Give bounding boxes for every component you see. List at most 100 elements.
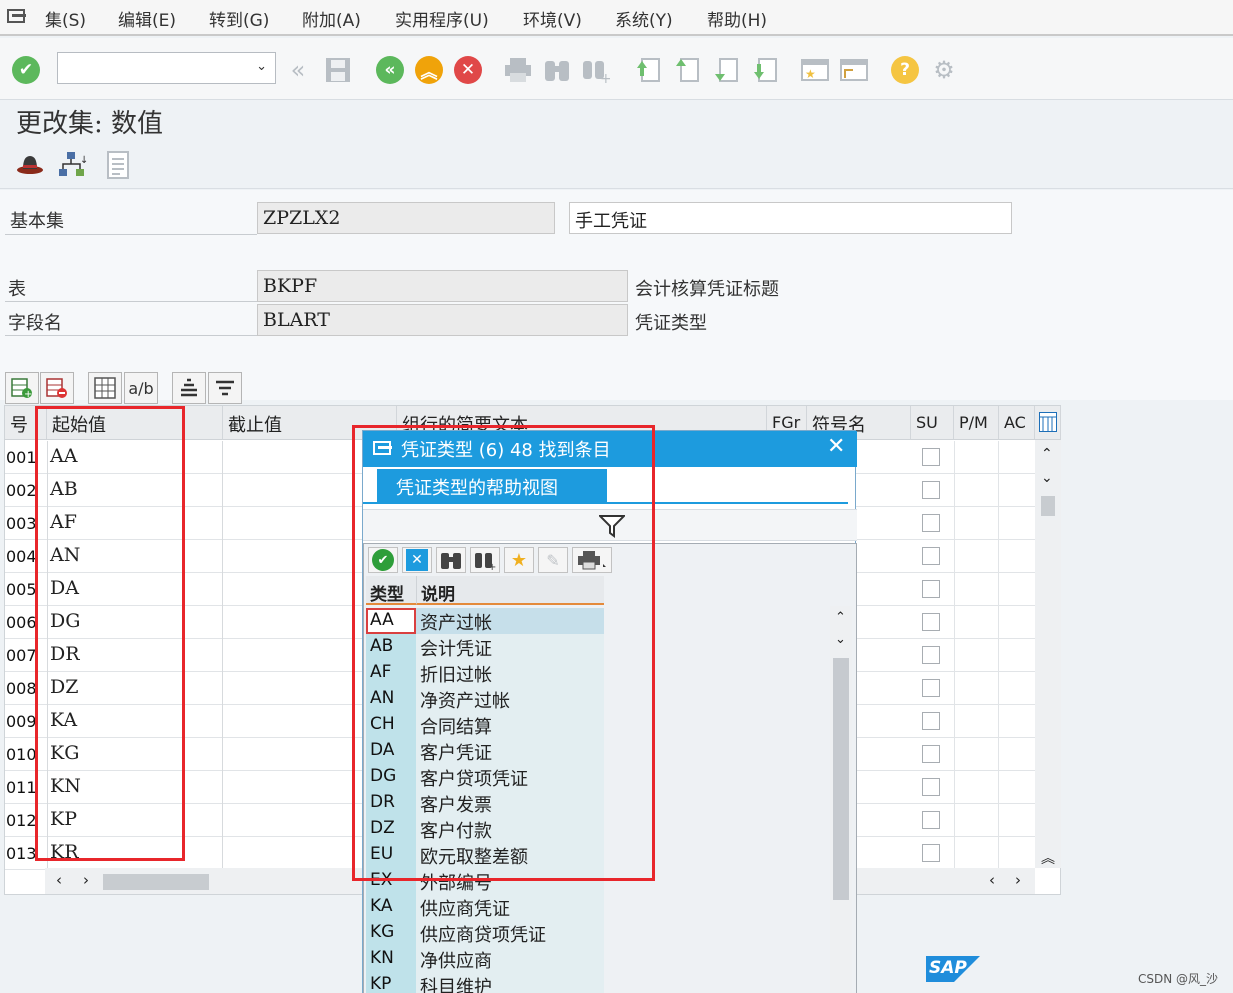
hierarchy-icon[interactable]: ↓	[58, 151, 88, 179]
insert-row-button[interactable]: +	[5, 372, 39, 404]
hat-icon[interactable]	[16, 151, 44, 177]
menu-icon[interactable]	[7, 8, 27, 25]
su-checkbox[interactable]	[922, 514, 940, 532]
pm-cell[interactable]	[954, 639, 999, 672]
pm-cell[interactable]	[954, 837, 999, 870]
align-center-button[interactable]	[172, 372, 206, 404]
scroll-right-icon-right-pane[interactable]: ›	[1015, 871, 1021, 889]
settings-gear-icon[interactable]: ⚙	[929, 55, 959, 85]
su-checkbox[interactable]	[922, 580, 940, 598]
dialog-list-item[interactable]: KA 供应商凭证	[366, 894, 604, 920]
su-checkbox[interactable]	[922, 844, 940, 862]
su-checkbox[interactable]	[922, 613, 940, 631]
save-icon[interactable]	[323, 55, 353, 85]
delete-row-button[interactable]	[40, 372, 74, 404]
last-page-icon[interactable]	[750, 55, 780, 85]
doc-type-code[interactable]: KA	[366, 894, 416, 920]
menu-goto[interactable]: 转到(G)	[209, 6, 269, 31]
su-checkbox[interactable]	[922, 778, 940, 796]
previous-page-icon[interactable]	[672, 55, 702, 85]
filter-lines-button[interactable]	[208, 372, 242, 404]
doc-type-description[interactable]: 科目维护	[416, 972, 604, 993]
pm-cell[interactable]	[954, 672, 999, 705]
col-header-su[interactable]: SU	[911, 406, 954, 440]
dialog-list-item[interactable]: KP 科目维护	[366, 972, 604, 993]
doc-type-description[interactable]: 供应商贷项凭证	[416, 920, 604, 946]
table-vertical-scrollbar[interactable]: ⌃ ⌄ ︽	[1035, 440, 1061, 868]
doc-type-description[interactable]: 供应商凭证	[416, 894, 604, 920]
scroll-down-icon[interactable]: ⌄	[1041, 470, 1053, 486]
close-icon[interactable]: ✕	[827, 434, 845, 459]
pm-cell[interactable]	[954, 441, 999, 474]
enter-check-icon[interactable]: ✔	[11, 55, 41, 85]
doc-type-code[interactable]: KN	[366, 946, 416, 972]
dialog-scroll-thumb[interactable]	[833, 658, 849, 900]
su-checkbox[interactable]	[922, 547, 940, 565]
dialog-vertical-scrollbar[interactable]: ⌃ ⌄	[830, 606, 852, 993]
first-page-icon[interactable]	[633, 55, 663, 85]
su-checkbox[interactable]	[922, 811, 940, 829]
su-checkbox[interactable]	[922, 712, 940, 730]
scroll-left-icon-right-pane[interactable]: ‹	[989, 871, 995, 889]
scroll-right-icon[interactable]: ›	[83, 871, 89, 889]
hscroll-thumb[interactable]	[103, 874, 209, 890]
fraction-icon-button[interactable]: a/b	[124, 372, 158, 404]
dialog-list-item[interactable]: KN 净供应商	[366, 946, 604, 972]
command-field[interactable]: ⌄	[57, 52, 276, 84]
column-config-icon[interactable]	[1035, 406, 1061, 440]
su-checkbox[interactable]	[922, 679, 940, 697]
doc-type-code[interactable]: KG	[366, 920, 416, 946]
su-checkbox[interactable]	[922, 481, 940, 499]
col-header-ac[interactable]: AC	[999, 406, 1035, 440]
menu-set[interactable]: 集(S)	[45, 6, 86, 31]
menu-help[interactable]: 帮助(H)	[707, 6, 767, 31]
back-icon[interactable]: «	[283, 55, 313, 85]
pm-cell[interactable]	[954, 771, 999, 804]
green-back-icon[interactable]: «	[375, 55, 405, 85]
chevron-down-icon[interactable]: ⌄	[256, 59, 267, 74]
su-checkbox[interactable]	[922, 646, 940, 664]
basic-set-underline	[5, 234, 257, 235]
find-next-icon[interactable]: +	[581, 55, 611, 85]
su-checkbox[interactable]	[922, 448, 940, 466]
pm-cell[interactable]	[954, 606, 999, 639]
scroll-up-icon[interactable]: ⌃	[1041, 446, 1053, 462]
find-icon[interactable]	[542, 55, 572, 85]
dialog-scroll-up-icon[interactable]: ⌃	[835, 610, 846, 625]
help-icon[interactable]: ?	[890, 55, 920, 85]
pm-cell[interactable]	[954, 705, 999, 738]
pm-cell[interactable]	[954, 573, 999, 606]
svg-text:+: +	[24, 389, 32, 399]
menu-utilities[interactable]: 实用程序(U)	[395, 6, 489, 31]
exit-icon[interactable]: ︽	[414, 55, 444, 85]
shortcut-icon[interactable]	[839, 55, 869, 85]
menu-system[interactable]: 系统(Y)	[615, 6, 673, 31]
pm-cell[interactable]	[954, 738, 999, 771]
doc-type-code[interactable]: KP	[366, 972, 416, 993]
field-name-description: 凭证类型	[635, 313, 707, 334]
table-settings-button[interactable]	[88, 372, 122, 404]
pm-cell[interactable]	[954, 474, 999, 507]
col-header-pm[interactable]: P/M	[954, 406, 999, 440]
pm-cell[interactable]	[954, 507, 999, 540]
dialog-list-item[interactable]: KG 供应商贷项凭证	[366, 920, 604, 946]
field-name-underline	[5, 335, 257, 336]
menu-environment[interactable]: 环境(V)	[523, 6, 582, 31]
pm-cell[interactable]	[954, 804, 999, 837]
doc-type-description[interactable]: 净供应商	[416, 946, 604, 972]
cancel-icon[interactable]: ✕	[453, 55, 483, 85]
document-icon[interactable]	[106, 151, 130, 179]
dialog-scroll-down-icon[interactable]: ⌄	[835, 632, 846, 647]
su-checkbox[interactable]	[922, 745, 940, 763]
table-label: 表	[8, 279, 26, 300]
menu-edit[interactable]: 编辑(E)	[118, 6, 176, 31]
pm-cell[interactable]	[954, 540, 999, 573]
menu-extras[interactable]: 附加(A)	[302, 6, 361, 31]
scroll-left-icon[interactable]: ‹	[56, 871, 62, 889]
scroll-page-up-icon[interactable]: ︽	[1041, 848, 1055, 868]
next-page-icon[interactable]	[711, 55, 741, 85]
print-icon[interactable]	[503, 55, 533, 85]
new-session-icon[interactable]: ★	[800, 55, 830, 85]
basic-set-description-field[interactable]: 手工凭证	[569, 202, 1012, 234]
scroll-thumb[interactable]	[1041, 496, 1055, 516]
